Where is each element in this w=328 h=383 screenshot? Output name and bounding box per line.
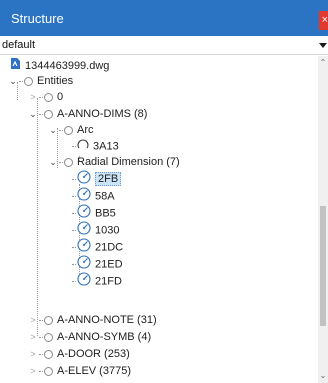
tree-connector (72, 230, 76, 231)
node-circle-icon (24, 76, 33, 86)
tree-node-label: 58A (95, 190, 115, 203)
view-selector[interactable]: default (0, 36, 328, 55)
tree-connector (19, 80, 23, 82)
radial-dimension-icon (77, 272, 91, 291)
tree-node-label: 2FB (95, 172, 122, 187)
vertical-scrollbar[interactable]: ⌃ ⌄ (318, 56, 328, 383)
node-circle-icon (44, 349, 53, 359)
panel-title: Structure (11, 11, 64, 26)
chevron-down-icon[interactable]: ⌄ (8, 73, 18, 89)
tree-node-radial-item[interactable]: 58A (72, 187, 115, 203)
tree-connector (59, 161, 63, 163)
tree-connector (39, 370, 43, 372)
node-circle-icon (44, 315, 53, 325)
tree-connector (72, 179, 76, 180)
tree-connector (39, 353, 43, 355)
tree-guide-line (37, 98, 38, 336)
tree-connector (39, 336, 43, 338)
chevron-right-icon[interactable]: > (28, 89, 38, 105)
tree-node-anno-symb[interactable]: > A-ANNO-SYMB (4) (28, 329, 151, 345)
tree-node-radial-item[interactable]: 21ED (72, 255, 123, 271)
node-circle-icon (64, 125, 73, 135)
panel-titlebar: Structure × (0, 0, 328, 36)
view-selector-value: default (2, 39, 36, 51)
tree-connector (72, 281, 76, 282)
tree-node-label: 3A13 (93, 140, 119, 153)
tree-node-label: BB5 (95, 207, 116, 220)
node-circle-icon (44, 92, 53, 102)
tree-connector (39, 96, 43, 98)
node-circle-icon (44, 366, 53, 376)
scrollbar-thumb[interactable] (320, 206, 326, 326)
tree-connector (59, 129, 63, 131)
tree-node-radial-item[interactable]: BB5 (72, 204, 116, 220)
tree-node-label: 0 (57, 91, 64, 103)
scroll-up-arrow-icon[interactable]: ⌃ (318, 58, 328, 68)
tree-node-anno-dims[interactable]: ⌄ A-ANNO-DIMS (8) (28, 106, 147, 122)
tree-node-label: Entities (37, 75, 74, 87)
tree-node-arc[interactable]: ⌄ Arc (48, 122, 94, 138)
tree-node-label: A-ANNO-NOTE (31) (57, 314, 157, 326)
tree-node-label: A-ELEV (3775) (57, 365, 131, 377)
tree-node-label: Arc (77, 124, 94, 136)
chevron-right-icon[interactable]: > (28, 363, 38, 379)
tree-file-label: 1344463999.dwg (25, 59, 110, 72)
tree-node-radial-item[interactable]: 1030 (72, 221, 119, 237)
tree-node-door[interactable]: > A-DOOR (253) (28, 346, 130, 362)
tree-connector (72, 264, 76, 265)
tree-node-label: 21DC (95, 241, 124, 254)
tree-node-entities[interactable]: ⌄ Entities (8, 73, 73, 89)
tree-node-anno-note[interactable]: > A-ANNO-NOTE (31) (28, 312, 157, 328)
node-circle-icon (64, 157, 73, 167)
tree-connector (39, 113, 43, 115)
chevron-down-icon[interactable]: ⌄ (48, 122, 58, 138)
tree-node-label: A-DOOR (253) (57, 348, 130, 360)
tree-node-label: A-ANNO-DIMS (8) (57, 108, 148, 120)
chevron-right-icon[interactable]: > (28, 346, 38, 362)
tree-node-radial-dimension[interactable]: ⌄ Radial Dimension (7) (48, 154, 180, 170)
tree-connector (72, 146, 76, 147)
tree-node-label: A-ANNO-SYMB (4) (57, 331, 152, 343)
tree-connector (72, 213, 76, 214)
tree-node-label: 21FD (95, 275, 122, 288)
chevron-right-icon[interactable]: > (28, 312, 38, 328)
chevron-down-icon[interactable]: ⌄ (28, 106, 38, 122)
tree-connector (72, 196, 76, 197)
chevron-down-icon[interactable]: ⌄ (48, 154, 58, 170)
tree-node-elev[interactable]: > A-ELEV (3775) (28, 363, 131, 379)
chevron-down-icon[interactable] (319, 43, 327, 48)
tree-node-label: 1030 (95, 224, 120, 237)
chevron-right-icon[interactable]: > (28, 329, 38, 345)
arc-icon (77, 138, 89, 155)
node-circle-icon (44, 109, 53, 119)
node-circle-icon (44, 332, 53, 342)
tree-connector (39, 319, 43, 321)
tree-node-label: 21ED (95, 258, 123, 271)
close-button[interactable]: × (319, 11, 328, 30)
tree-node-radial-item[interactable]: 21DC (72, 238, 123, 254)
tree-node-radial-item[interactable]: 2FB (72, 170, 122, 187)
tree-node-radial-item[interactable]: 21FD (72, 272, 122, 288)
tree-node-label: Radial Dimension (7) (77, 156, 180, 168)
tree-node-layer-0[interactable]: >0 (28, 89, 63, 105)
tree-connector (72, 247, 76, 248)
scroll-down-arrow-icon[interactable]: ⌄ (318, 371, 328, 381)
tree-file-node[interactable]: 1344463999.dwg (10, 57, 109, 73)
tree-node-arc-item[interactable]: 3A13 (72, 138, 119, 154)
structure-tree: 1344463999.dwg ⌄ Entities >0 ⌄ A-ANNO-DIMS… (0, 56, 318, 383)
